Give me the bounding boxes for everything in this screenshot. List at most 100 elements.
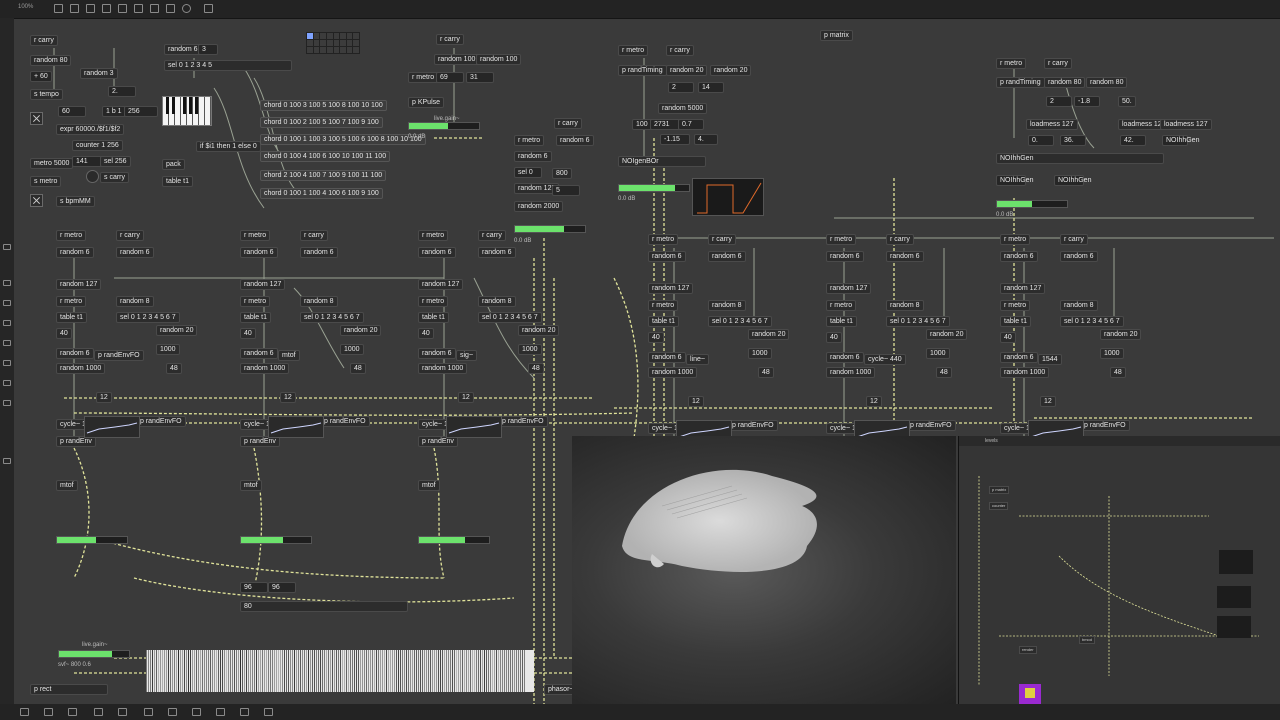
voice2-p-randenvfo-object[interactable]: 12 [280,392,296,403]
voice5-number-12-object[interactable]: random 1000 [826,367,876,378]
r-metro-object-4[interactable]: r metro [996,58,1027,69]
voice6-sel-0-object[interactable]: random 127 [1000,283,1046,294]
number-60-box[interactable]: 60 [58,106,86,117]
voice1-random-100-object[interactable]: random 8 [116,296,154,307]
voice3-sel-0-object[interactable]: random 127 [418,279,464,290]
r-carry-object-2[interactable]: r carry [436,34,464,45]
voice5-r-metro-object[interactable]: r metro [826,234,857,245]
voice3-t-bbbb-object[interactable]: r metro [418,296,449,307]
voice1-line-object[interactable]: p randEnvFO [136,416,186,427]
matrix-cell[interactable] [353,47,359,53]
number-42-box[interactable]: NOIhhGen [1162,135,1199,146]
metro-5000-object[interactable]: metro 5000 [30,158,74,169]
number-minus-1.8-box-2[interactable]: NOIhhGen [1054,175,1091,186]
noigenbor-object[interactable]: NOIgenBOr [618,156,706,167]
matrix-cell[interactable] [313,40,320,46]
matrix-cell[interactable] [307,40,313,46]
number-256-dropdown[interactable]: 256 [124,106,158,117]
voice3-envelope-display[interactable] [446,416,502,438]
r-carry-object-4[interactable]: r carry [666,45,694,56]
master-gain-slider[interactable] [58,650,130,658]
matrix-cell[interactable] [320,40,326,46]
number-800-box[interactable]: 5 [552,185,580,196]
voice5-p-randenv-object[interactable]: 48 [936,367,952,378]
random-100-object-2[interactable]: random 100 [476,54,522,65]
matrix-cell[interactable] [307,47,313,53]
voice2-envelope-display[interactable] [268,416,324,438]
random-100-object[interactable]: random 100 [434,54,480,65]
number-icon[interactable] [166,4,175,13]
random-2000-object[interactable]: 800 [552,168,572,179]
browser-icon[interactable] [3,300,11,306]
comment-icon[interactable] [102,4,111,13]
voice3-p-randenv-object[interactable]: 48 [528,363,544,374]
voice1-p-randenv-object[interactable]: 48 [166,363,182,374]
number-4-box[interactable]: 4. [694,134,718,145]
voice5-t-bbbb-object[interactable]: r metro [826,300,857,311]
sel-256-object[interactable]: sel 256 [100,156,131,167]
secondary-counter-object[interactable]: counter [989,502,1009,510]
inspector-icon[interactable] [3,280,11,286]
random-80-object-2[interactable]: random 80 [1044,77,1086,88]
matrix-cell[interactable] [353,40,359,46]
new-object-icon[interactable] [70,4,79,13]
r-carry-object-3[interactable]: r carry [554,118,582,129]
debug-icon[interactable] [3,380,11,386]
voice6-p-randenvfo-object[interactable]: 12 [1040,396,1056,407]
piano-black-key[interactable] [172,97,175,114]
number-50-box[interactable]: 0. [1028,135,1054,146]
number-36-box[interactable]: 42. [1120,135,1146,146]
random-6-object-2[interactable]: random 6 [556,135,594,146]
expr-object[interactable]: expr 60000./$f1/$f2 [56,124,125,135]
save-icon[interactable] [216,708,225,716]
matrix-cell[interactable] [307,33,313,39]
menu-icon[interactable] [3,244,11,250]
search-icon[interactable] [182,4,191,13]
audio-icon[interactable] [192,708,201,716]
voice6-random-20-object[interactable]: random 20 [1100,329,1142,340]
s-bpmmm-object[interactable]: s bpmMM [56,196,95,207]
p-kpulse-object[interactable]: p KPulse [408,97,445,108]
voice1-r-carry-object[interactable]: r carry [116,230,144,241]
piano-black-key[interactable] [166,97,169,114]
voice5-table-t1-object[interactable]: table t1 [826,316,857,327]
voice4-p-randenvfo-object[interactable]: 12 [688,396,704,407]
voice2-cycle-440-object[interactable]: mtof [240,480,262,491]
matrix-cell[interactable] [333,33,340,39]
toggle-icon[interactable] [150,4,159,13]
voice3-cycle-10-object[interactable]: 1000 [518,344,542,355]
voice2-cycle-10-object[interactable]: 1000 [340,344,364,355]
p-sin-object[interactable]: random 2000 [514,201,564,212]
number-31-box[interactable]: 31 [466,72,494,83]
chord-message-6[interactable]: chord 0 100 1 100 4 100 6 100 9 100 [260,188,383,199]
secondary-render-object[interactable]: render [1019,646,1037,654]
voice6-p-randenv-object[interactable]: 48 [1110,367,1126,378]
number-3-box[interactable]: 3 [198,44,218,55]
voice4-plus-48-object[interactable]: 40 [648,332,664,343]
number-14-box[interactable]: 14 [698,82,724,93]
voice4-table-t1-object[interactable]: table t1 [648,316,679,327]
r-carry-object-5[interactable]: r carry [1044,58,1072,69]
voice4-p-randenv-object[interactable]: 48 [758,367,774,378]
voice4-plus-40-object[interactable]: sel 0 1 2 3 4 5 6 7 [708,316,772,327]
grid-icon[interactable] [118,708,127,716]
live-gain-slider-sin[interactable] [514,225,586,233]
voice4-cycle-10-object[interactable]: 1000 [748,348,772,359]
matrix-cell[interactable] [346,47,353,53]
voice4-random-100-object[interactable]: random 8 [708,300,746,311]
voice4-random-6-object[interactable]: random 6 [648,251,686,262]
voice3-table-t1-object[interactable]: table t1 [418,312,449,323]
voice3-cycle-440-object[interactable]: mtof [418,480,440,491]
voice1-random-20-object[interactable]: random 20 [156,325,198,336]
kslider-piano[interactable] [162,96,212,126]
voice1-r-metro-object[interactable]: r metro [56,230,87,241]
voice5-random-100-object[interactable]: random 8 [886,300,924,311]
chord-message-5[interactable]: chord 2 100 4 100 7 100 9 100 11 100 [260,170,387,181]
voice1-cycle-10-object[interactable]: 1000 [156,344,180,355]
wrench-icon[interactable] [168,708,177,716]
r-metro-object-3[interactable]: r metro [618,45,649,56]
plus-60-object[interactable]: + 60 [30,71,52,82]
voice3-random-100-object[interactable]: random 8 [478,296,516,307]
voice1-table-t1-object[interactable]: table t1 [56,312,87,323]
lock-icon[interactable] [54,4,63,13]
